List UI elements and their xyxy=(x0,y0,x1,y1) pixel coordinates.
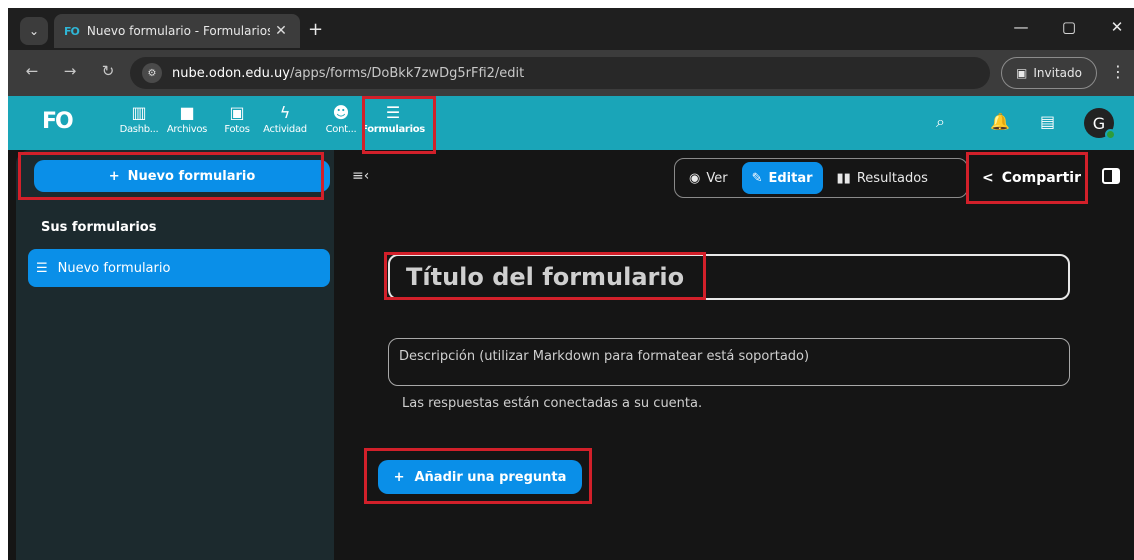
view-mode-switch: ◉ Ver ✎ Editar ▮▮ Resultados xyxy=(674,158,968,198)
sidebar-toggle-icon[interactable] xyxy=(1102,168,1120,184)
browser-tab[interactable]: FO Nuevo formulario - Formularios ✕ xyxy=(54,14,300,48)
forward-button[interactable]: → xyxy=(58,62,82,80)
back-button[interactable]: ← xyxy=(20,62,44,80)
guest-label: Invitado xyxy=(1033,66,1082,80)
nav-label: Dashb... xyxy=(119,124,159,135)
nav-fotos[interactable]: ▣ Fotos xyxy=(212,100,262,146)
tab-bar: ⌄ FO Nuevo formulario - Formularios ✕ + … xyxy=(8,8,1134,50)
results-label: Resultados xyxy=(856,170,928,186)
nav-label: Fotos xyxy=(224,124,250,135)
bar-chart-icon: ▮▮ xyxy=(836,170,851,186)
eye-icon: ◉ xyxy=(689,170,701,186)
app-logo[interactable]: FO xyxy=(42,109,74,134)
address-bar: ← → ↻ ⚙ nube.odon.edu.uy/apps/forms/DoBk… xyxy=(8,50,1134,96)
close-tab-icon[interactable]: ✕ xyxy=(270,23,292,39)
browser-menu-icon[interactable]: ⋮ xyxy=(1110,62,1126,81)
search-icon[interactable]: ⌕ xyxy=(936,112,945,132)
share-label: Compartir xyxy=(1001,170,1081,186)
toggle-navigation-icon[interactable]: ≡‹ xyxy=(352,168,369,184)
results-button[interactable]: ▮▮ Resultados xyxy=(827,162,938,194)
minimize-button[interactable]: — xyxy=(1006,18,1036,36)
edit-button[interactable]: ✎ Editar xyxy=(741,162,823,194)
list-icon: ☰ xyxy=(36,260,48,276)
responses-note: Las respuestas están conectadas a su cue… xyxy=(402,396,703,411)
plus-icon: + xyxy=(108,168,120,184)
tab-search-button[interactable]: ⌄ xyxy=(20,17,48,45)
url-path: /apps/forms/DoBkk7zwDg5rFfi2/edit xyxy=(289,65,525,81)
avatar-letter: G xyxy=(1092,113,1106,133)
nav-dashboard[interactable]: ▥ Dashb... xyxy=(114,100,164,146)
new-form-label: Nuevo formulario xyxy=(127,168,256,184)
guest-profile-button[interactable]: ▣ Invitado xyxy=(1001,57,1097,89)
nav-label: Cont... xyxy=(325,124,357,135)
share-button[interactable]: < Compartir xyxy=(974,163,1089,193)
pencil-icon: ✎ xyxy=(751,170,763,186)
contacts-menu-icon[interactable]: ▤ xyxy=(1040,112,1055,131)
nav-formularios[interactable]: ☰ Formularios xyxy=(361,100,425,146)
share-icon: < xyxy=(982,170,994,186)
close-window-button[interactable]: ✕ xyxy=(1102,18,1132,36)
sidebar-item-nuevo-formulario[interactable]: ☰ Nuevo formulario xyxy=(28,249,330,287)
folder-icon: ■ xyxy=(179,102,195,122)
url-input[interactable]: ⚙ nube.odon.edu.uy/apps/forms/DoBkk7zwDg… xyxy=(130,57,990,89)
form-item-label: Nuevo formulario xyxy=(57,260,171,276)
nav-contactos[interactable]: ☻ Cont... xyxy=(316,100,366,146)
chevron-down-icon: ⌄ xyxy=(28,24,40,38)
new-tab-button[interactable]: + xyxy=(308,19,323,40)
app-header: FO ▥ Dashb... ■ Archivos ▣ Fotos ϟ Activ… xyxy=(8,96,1134,150)
bolt-icon: ϟ xyxy=(279,102,291,122)
tab-title: Nuevo formulario - Formularios xyxy=(86,24,270,38)
favicon-icon: FO xyxy=(64,24,80,38)
notifications-icon[interactable]: 🔔 xyxy=(990,112,1010,131)
view-label: Ver xyxy=(706,170,728,186)
form-description-input[interactable]: Descripción (utilizar Markdown para form… xyxy=(388,338,1070,386)
nav-actividad[interactable]: ϟ Actividad xyxy=(260,100,310,146)
forms-sidebar: + Nuevo formulario Sus formularios ☰ Nue… xyxy=(16,150,334,560)
form-editor: ≡‹ ◉ Ver ✎ Editar ▮▮ Resultados < Compar… xyxy=(334,150,1134,560)
nav-label: Archivos xyxy=(166,124,208,135)
new-form-button[interactable]: + Nuevo formulario xyxy=(34,160,330,192)
section-title: Sus formularios xyxy=(41,220,157,235)
plus-icon: + xyxy=(393,469,405,485)
nav-label: Actividad xyxy=(263,124,307,135)
status-dot xyxy=(1105,129,1116,140)
edit-label: Editar xyxy=(768,170,813,186)
profile-icon: ▣ xyxy=(1016,66,1028,80)
nav-archivos[interactable]: ■ Archivos xyxy=(162,100,212,146)
dashboard-icon: ▥ xyxy=(131,102,147,122)
site-settings-icon[interactable]: ⚙ xyxy=(142,63,162,83)
form-title-input[interactable]: Título del formulario xyxy=(388,254,1070,300)
url-host: nube.odon.edu.uy xyxy=(172,65,290,81)
add-question-label: Añadir una pregunta xyxy=(414,469,567,485)
app-body: + Nuevo formulario Sus formularios ☰ Nue… xyxy=(8,150,1134,560)
list-icon: ☰ xyxy=(385,102,401,122)
image-icon: ▣ xyxy=(229,102,245,122)
avatar[interactable]: G xyxy=(1084,108,1116,140)
add-question-button[interactable]: + Añadir una pregunta xyxy=(378,460,582,494)
contacts-icon: ☻ xyxy=(332,102,350,122)
nav-label: Formularios xyxy=(361,124,425,135)
maximize-button[interactable]: ▢ xyxy=(1054,18,1084,36)
view-button[interactable]: ◉ Ver xyxy=(679,162,738,194)
reload-button[interactable]: ↻ xyxy=(96,62,120,80)
